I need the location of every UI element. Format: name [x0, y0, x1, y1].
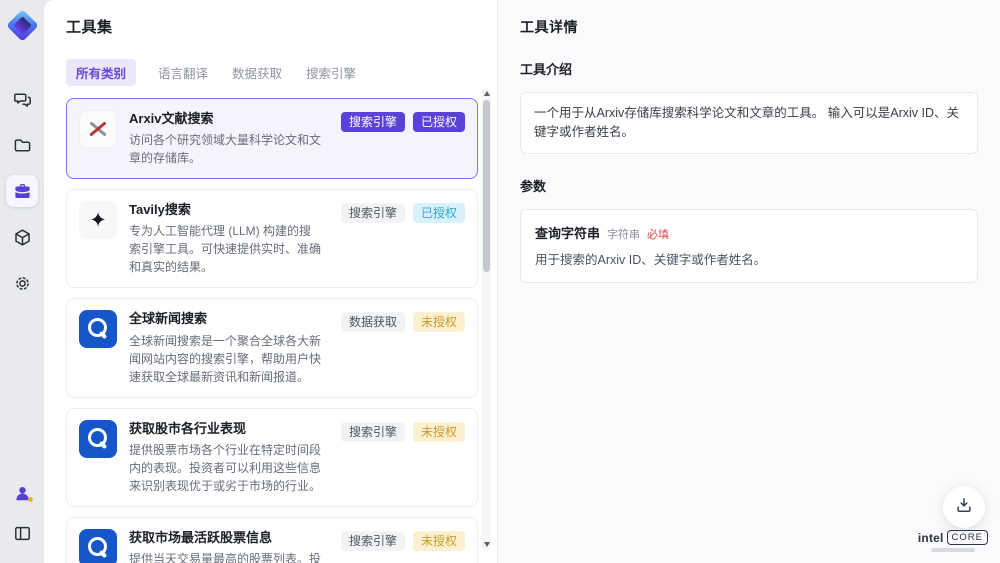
category-badge: 数据获取: [340, 312, 405, 333]
intel-brand-text: intel: [917, 530, 944, 545]
folder-icon: [13, 136, 32, 155]
sidebar-item-user[interactable]: [6, 477, 38, 509]
sidebar-item-toolbox[interactable]: [6, 175, 38, 207]
main-surface: 工具集 所有类别 语言翻译 数据获取 搜索引擎 Arxiv文献搜索 访问各个研究领域大…: [44, 0, 1000, 563]
tool-icon: [79, 110, 117, 148]
category-badge: 搜索引擎: [340, 530, 405, 551]
sidebar-item-models[interactable]: [6, 221, 38, 253]
category-tabs: 所有类别 语言翻译 数据获取 搜索引擎: [66, 59, 497, 86]
category-badge: 搜索引擎: [340, 421, 405, 442]
tool-description: 访问各个研究领域大量科学论文和文章的存储库。: [129, 133, 322, 166]
tool-card[interactable]: 获取市场最活跃股票信息 提供当天交易量最高的股票列表。投资者可以利用这些信息来识…: [66, 516, 478, 563]
scroll-up-arrow-icon[interactable]: [483, 91, 490, 96]
user-icon: [13, 484, 33, 503]
intro-text: 一个用于从Arxiv存储库搜索科学论文和文章的工具。 输入可以是Arxiv ID…: [520, 92, 978, 154]
tool-name: 全球新闻搜索: [129, 311, 208, 327]
intel-core-badge: intel CORE: [918, 530, 988, 552]
download-icon: [954, 495, 974, 520]
tool-list: Arxiv文献搜索 访问各个研究领域大量科学论文和文章的存储库。 搜索引擎 已授…: [66, 98, 478, 563]
category-badge: 搜索引擎: [340, 203, 405, 224]
category-tab[interactable]: 数据获取: [230, 59, 284, 86]
cube-icon: [13, 228, 32, 247]
sidebar-item-collapse[interactable]: [6, 517, 38, 549]
tool-card[interactable]: 获取股市各行业表现 提供股票市场各个行业在特定时间段内的表现。投资者可以利用这些…: [66, 407, 478, 507]
page-title: 工具集: [66, 19, 113, 36]
briefcase-icon: [13, 182, 32, 201]
auth-status-badge: 未授权: [412, 312, 465, 333]
tool-card[interactable]: 全球新闻搜索 全球新闻搜索是一个聚合全球各大新闻网站内容的搜索引擎，帮助用户快速…: [66, 298, 478, 398]
auth-status-badge: 未授权: [412, 421, 465, 442]
app-window: 工具集 所有类别 语言翻译 数据获取 搜索引擎 Arxiv文献搜索 访问各个研究领域大…: [0, 0, 1000, 563]
list-scrollbar[interactable]: [482, 88, 491, 550]
detail-title: 工具详情: [520, 19, 578, 35]
tool-name: 获取股市各行业表现: [129, 420, 247, 436]
tool-name: 获取市场最活跃股票信息: [129, 529, 273, 545]
app-logo-icon[interactable]: [5, 9, 39, 42]
gear-icon: [13, 274, 32, 293]
tool-description: 专为人工智能代理 (LLM) 构建的搜索引擎工具。可快速提供实时、准确和真实的结…: [129, 224, 322, 275]
parameter-required-badge: 必填: [647, 228, 670, 241]
sidebar-item-settings[interactable]: [6, 267, 38, 299]
tool-name: Arxiv文献搜索: [129, 111, 214, 126]
tool-icon: [79, 310, 117, 349]
tool-detail-pane: 工具详情 工具介绍 一个用于从Arxiv存储库搜索科学论文和文章的工具。 输入可…: [497, 0, 1000, 563]
parameter-type: 字符串: [607, 228, 641, 241]
intro-heading: 工具介绍: [520, 62, 573, 77]
tool-icon: [79, 419, 117, 458]
auth-status-badge: 已授权: [412, 112, 465, 132]
category-tab[interactable]: 语言翻译: [156, 59, 210, 86]
sidebar-item-files[interactable]: [6, 129, 38, 161]
chip-subtext-blur: [930, 548, 975, 552]
tool-description: 全球新闻搜索是一个聚合全球各大新闻网站内容的搜索引擎，帮助用户快速获取全球最新资…: [129, 333, 322, 384]
parameter-description: 用于搜索的Arxiv ID、关键字或作者姓名。: [535, 252, 767, 267]
tool-card[interactable]: Tavily搜索 专为人工智能代理 (LLM) 构建的搜索引擎工具。可快速提供实…: [66, 189, 478, 289]
download-button[interactable]: [943, 486, 985, 528]
tool-description: 提供当天交易量最高的股票列表。投资者可以利用这些信息来识别流动性强的股票和潜在的…: [129, 551, 322, 563]
category-badge: 搜索引擎: [340, 112, 405, 132]
panel-toggle-icon: [13, 524, 32, 543]
category-tab[interactable]: 搜索引擎: [304, 59, 358, 86]
core-brand-text: CORE: [946, 530, 988, 545]
left-rail: [0, 0, 44, 563]
scroll-down-arrow-icon[interactable]: [483, 542, 490, 547]
tool-description: 提供股票市场各个行业在特定时间段内的表现。投资者可以利用这些信息来识别表现优于或…: [129, 442, 322, 493]
tool-icon: [79, 201, 117, 240]
tool-list-pane: 工具集 所有类别 语言翻译 数据获取 搜索引擎 Arxiv文献搜索 访问各个研究领域大…: [44, 0, 497, 563]
tool-card[interactable]: Arxiv文献搜索 访问各个研究领域大量科学论文和文章的存储库。 搜索引擎 已授…: [66, 98, 478, 180]
scrollbar-thumb[interactable]: [483, 100, 490, 272]
sidebar-item-chat[interactable]: [6, 83, 38, 115]
auth-status-badge: 已授权: [412, 203, 465, 224]
params-heading: 参数: [520, 178, 547, 194]
chat-bubbles-icon: [13, 90, 32, 109]
auth-status-badge: 未授权: [412, 530, 465, 551]
category-tab[interactable]: 所有类别: [66, 59, 137, 86]
parameter-name: 查询字符串: [535, 225, 601, 241]
tool-icon: [79, 528, 117, 563]
tool-name: Tavily搜索: [129, 202, 191, 218]
parameter-card: 查询字符串 字符串 必填 用于搜索的Arxiv ID、关键字或作者姓名。: [520, 208, 978, 284]
